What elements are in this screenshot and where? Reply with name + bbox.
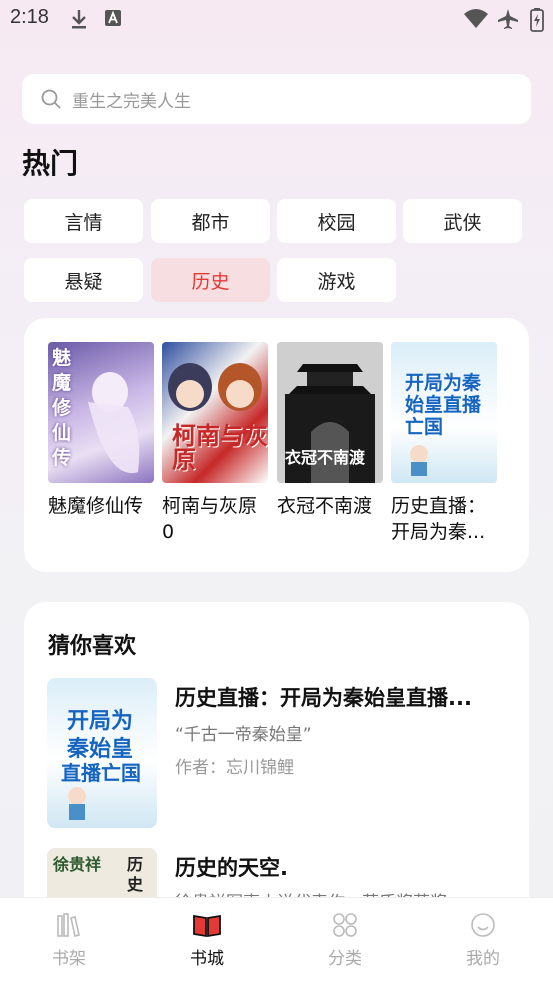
- book-title: 衣冠不南渡: [277, 495, 373, 517]
- svg-text:历: 历: [127, 855, 143, 874]
- svg-text:徐贵祥: 徐贵祥: [52, 855, 101, 874]
- bookshelf-icon: [57, 913, 80, 937]
- book-item[interactable]: 衣冠不南渡 衣冠不南渡: [277, 342, 383, 519]
- nav-label: 分类: [328, 949, 362, 969]
- search-bar[interactable]: 重生之完美人生: [22, 74, 531, 124]
- tag-game[interactable]: 游戏: [277, 258, 396, 302]
- tag-urban[interactable]: 都市: [151, 199, 270, 243]
- rec-title[interactable]: 历史的天空.: [175, 852, 505, 882]
- guess-section-title: 猜你喜欢: [48, 634, 137, 659]
- tag-history[interactable]: 历史: [151, 258, 270, 302]
- nav-label: 我的: [466, 949, 500, 969]
- cover-title: 衣冠不南渡: [285, 448, 366, 467]
- battery-icon: [530, 8, 544, 32]
- status-time: 2:18: [10, 6, 49, 28]
- hot-books-card: 魅魔修仙传 魅魔修仙传 柯南与灰原 柯南与灰原0 衣冠不南渡 衣冠不南渡 开局为…: [24, 318, 529, 572]
- hot-section-title: 热门: [22, 147, 79, 180]
- status-bar: 2:18: [0, 0, 553, 40]
- keyboard-a-icon: [105, 10, 121, 26]
- cover-art: [410, 445, 428, 476]
- rec-cover[interactable]: 开局为 秦始皇 直播亡国: [47, 678, 157, 828]
- airplane-icon: [498, 9, 518, 29]
- smiley-profile-icon: [471, 913, 495, 937]
- svg-text:秦始皇: 秦始皇: [66, 736, 133, 762]
- rec-author: 作者：忘川锦鲤: [175, 758, 294, 778]
- book-item[interactable]: 开局为秦始皇直播亡国 历史直播：开局为秦...: [391, 342, 497, 545]
- book-cover: 魅魔修仙传: [48, 342, 154, 483]
- nav-category[interactable]: 分类: [305, 910, 385, 969]
- tag-mystery[interactable]: 悬疑: [24, 258, 143, 302]
- tag-romance[interactable]: 言情: [24, 199, 143, 243]
- download-icon: [72, 10, 86, 29]
- book-cover: 柯南与灰原: [162, 342, 268, 483]
- category-grid-icon: [333, 913, 357, 937]
- wifi-icon: [464, 9, 488, 28]
- cover-art: [88, 372, 140, 474]
- nav-label: 书架: [52, 949, 86, 969]
- book-title: 魅魔修仙传: [48, 495, 144, 517]
- nav-bookstore[interactable]: 书城: [167, 910, 247, 969]
- open-book-icon: [193, 914, 221, 938]
- book-title: 柯南与灰原0: [162, 495, 258, 543]
- book-cover: 开局为秦始皇直播亡国: [391, 342, 497, 483]
- nav-label: 书城: [190, 949, 224, 969]
- cover-title: 柯南与灰原: [172, 422, 268, 474]
- rec-desc: “千古一帝秦始皇”: [175, 725, 312, 745]
- svg-text:开局为: 开局为: [67, 709, 133, 734]
- book-cover: 衣冠不南渡: [277, 342, 383, 483]
- nav-profile[interactable]: 我的: [443, 910, 523, 969]
- svg-text:史: 史: [127, 875, 144, 894]
- guess-card: 猜你喜欢 开局为 秦始皇 直播亡国 历史直播：开局为秦始皇直播... “千古一帝…: [24, 602, 529, 984]
- nav-bookshelf[interactable]: 书架: [29, 910, 109, 969]
- svg-text:直播亡国: 直播亡国: [61, 761, 141, 785]
- cover-art: 开局为 秦始皇 直播亡国: [61, 709, 141, 820]
- search-placeholder: 重生之完美人生: [72, 91, 191, 112]
- tag-wuxia[interactable]: 武侠: [403, 199, 522, 243]
- book-item[interactable]: 柯南与灰原 柯南与灰原0: [162, 342, 268, 545]
- book-item[interactable]: 魅魔修仙传 魅魔修仙传: [48, 342, 154, 519]
- tag-campus[interactable]: 校园: [277, 199, 396, 243]
- rec-title[interactable]: 历史直播：开局为秦始皇直播...: [175, 682, 505, 712]
- bottom-nav: 书架 书城 分类 我的: [0, 897, 553, 984]
- search-icon: [41, 89, 61, 109]
- book-title: 历史直播：开局为秦...: [391, 495, 487, 543]
